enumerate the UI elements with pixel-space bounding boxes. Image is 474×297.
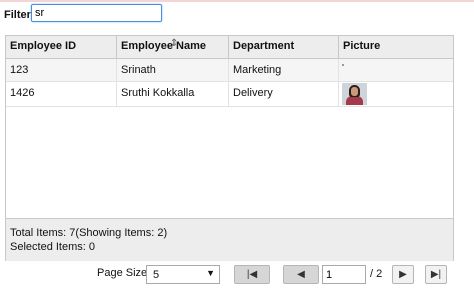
last-page-button[interactable]: ▶| <box>425 265 447 284</box>
table-row[interactable]: 1426 Sruthi Kokkalla Delivery <box>6 82 453 107</box>
table-row[interactable]: 123 Srinath Marketing <box>6 59 453 82</box>
employee-grid: Employee ID Employee Name Department Pic… <box>5 35 454 261</box>
column-header-department[interactable]: Department <box>229 36 339 58</box>
page-size-label: Page Size: <box>97 267 151 279</box>
chevron-down-icon: ▼ <box>206 268 215 278</box>
cell-department: Marketing <box>229 59 339 81</box>
cell-department: Delivery <box>229 82 339 106</box>
selected-items-text: Selected Items: 0 <box>10 241 95 253</box>
top-border <box>0 0 474 2</box>
total-items-text: Total Items: 7(Showing Items: 2) <box>10 227 168 239</box>
last-page-icon: ▶| <box>430 269 442 280</box>
cell-employee-name: Sruthi Kokkalla <box>117 82 229 106</box>
column-header-employee-id[interactable]: Employee ID <box>6 36 117 58</box>
prev-page-icon: ◀ <box>297 269 305 280</box>
cell-employee-id: 1426 <box>6 82 117 106</box>
grid-header: Employee ID Employee Name Department Pic… <box>6 36 453 59</box>
employee-photo <box>342 83 367 105</box>
mouse-cursor-icon: ⇕ <box>170 38 179 49</box>
cell-picture <box>339 59 453 81</box>
next-page-icon: ▶ <box>399 269 407 280</box>
page-size-value: 5 <box>153 269 160 281</box>
filter-input[interactable] <box>31 4 162 22</box>
first-page-icon: |◀ <box>246 269 258 280</box>
filter-label: Filter: <box>4 9 35 21</box>
first-page-button[interactable]: |◀ <box>234 265 270 284</box>
prev-page-button[interactable]: ◀ <box>283 265 319 284</box>
missing-image-icon <box>342 64 344 66</box>
page-size-select[interactable]: 5 ▼ <box>146 265 220 284</box>
cell-picture <box>339 82 453 106</box>
page-number-input[interactable] <box>322 265 366 284</box>
cell-employee-id: 123 <box>6 59 117 81</box>
next-page-button[interactable]: ▶ <box>392 265 414 284</box>
cell-employee-name: Srinath <box>117 59 229 81</box>
column-header-picture[interactable]: Picture <box>339 36 453 58</box>
grid-footer: Total Items: 7(Showing Items: 2) Selecte… <box>6 218 453 261</box>
total-pages-text: / 2 <box>370 268 383 280</box>
